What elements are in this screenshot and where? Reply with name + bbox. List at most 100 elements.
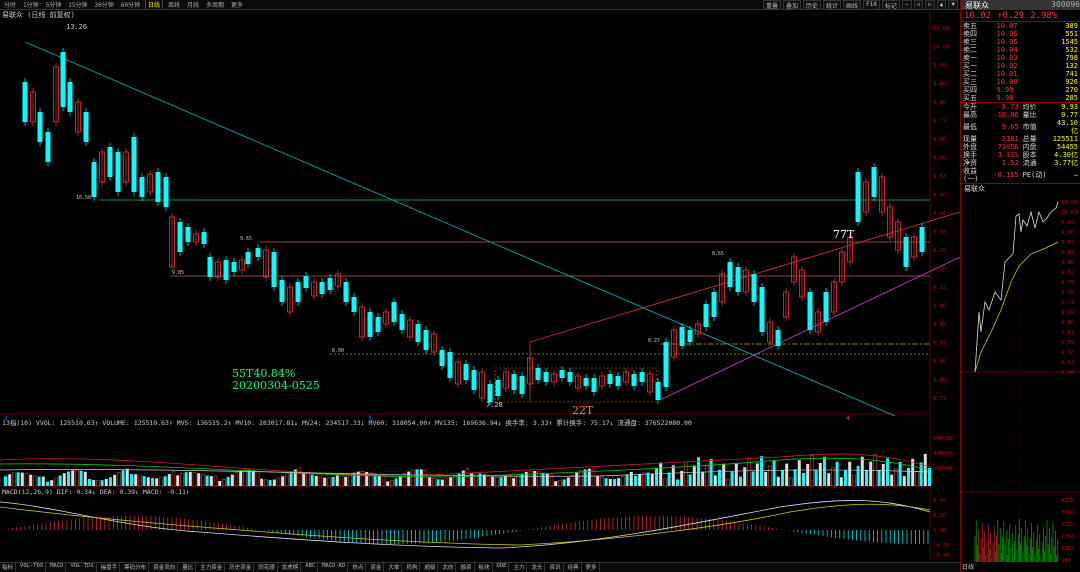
indicator-tab[interactable]: 主力资金: [198, 563, 226, 572]
indicator-tab[interactable]: VOL-TDX: [68, 563, 97, 572]
volume-bar: [348, 474, 352, 487]
period-tab[interactable]: 更多: [229, 0, 245, 9]
order-book-row[interactable]: 卖三 10.05 1545: [961, 38, 1080, 46]
indicator-tab[interactable]: 机构: [404, 563, 421, 572]
indicator-tab[interactable]: 指标: [0, 563, 17, 572]
volume-bar: [62, 473, 66, 486]
indicator-tab[interactable]: DDE: [495, 563, 510, 572]
volume-bar: [772, 460, 776, 486]
indicator-tab[interactable]: 同花顺: [256, 563, 278, 572]
volume-bar: [625, 474, 629, 486]
tool-button[interactable]: F10: [863, 0, 880, 10]
indicator-tab[interactable]: 超级: [422, 563, 439, 572]
volume-bar: [860, 456, 864, 486]
order-book-row[interactable]: 买一 10.02 132: [961, 62, 1080, 70]
intraday-mini-chart[interactable]: 10.06 10.03 9.99 9.96 9.92 9.89 9.86 9.82 9.79 9.…: [961, 192, 1080, 564]
volume-bar: [155, 478, 159, 486]
period-tab[interactable]: 5分钟: [44, 0, 64, 9]
indicator-tab[interactable]: 板块: [477, 563, 493, 572]
volume-bar: [285, 473, 289, 487]
tool-button[interactable]: ▼: [948, 0, 958, 10]
indicator-tab[interactable]: 筹码分布: [122, 563, 150, 572]
volume-bar: [302, 473, 306, 486]
volume-bar: [881, 463, 885, 486]
price-label: 8.65: [712, 251, 724, 257]
indicator-tab[interactable]: 量比: [180, 563, 197, 572]
tool-button[interactable]: ◁: [913, 0, 924, 10]
tool-button[interactable]: −: [901, 0, 912, 10]
indicator-tab[interactable]: 历史资金: [227, 563, 255, 572]
period-tab[interactable]: 日线: [144, 0, 163, 9]
period-tab[interactable]: 分时: [2, 0, 18, 9]
mini-axis-tick: 9.92: [1061, 240, 1074, 246]
tool-button[interactable]: 画线: [843, 0, 862, 10]
period-tab[interactable]: 多周期: [204, 0, 226, 9]
tool-button[interactable]: 标记: [881, 0, 900, 10]
indicator-tab[interactable]: MACD: [48, 563, 67, 572]
indicator-tab[interactable]: 北向: [440, 563, 457, 572]
indicator-tab[interactable]: 热点: [350, 563, 367, 572]
order-book-row[interactable]: 买三 10.00 926: [961, 78, 1080, 86]
volume-bar: [528, 470, 533, 487]
indicator-tab[interactable]: 大单: [386, 563, 403, 572]
stats-row: 净资 1.52 流通 3.77亿: [963, 159, 1078, 167]
tool-button[interactable]: 统计: [822, 0, 841, 10]
order-book-row[interactable]: 买五 9.98 285: [961, 94, 1080, 102]
indicator-tab[interactable]: MACD-KD: [320, 563, 349, 572]
price-axis-tick: 9.93: [933, 63, 946, 69]
volume-bar: [222, 478, 226, 487]
tool-button[interactable]: ▷: [925, 0, 935, 10]
indicator-tab[interactable]: 龙虎榜: [280, 563, 302, 572]
price-axis-tick: 9.86: [933, 82, 946, 88]
volume-bar: [520, 473, 524, 486]
price-axis-tick: 9.40: [933, 211, 946, 217]
indicator-tab[interactable]: 经典: [566, 563, 582, 572]
order-book-row[interactable]: 卖四 10.06 551: [961, 30, 1080, 38]
order-book-row[interactable]: 买四 9.99 270: [961, 86, 1080, 94]
indicator-tab[interactable]: 主力: [511, 563, 528, 572]
tool-button[interactable]: 叠加: [782, 0, 801, 10]
tool-button[interactable]: ▲: [936, 0, 947, 10]
indicator-tab[interactable]: ABC: [303, 563, 319, 572]
volume-bar: [545, 473, 549, 486]
period-tab[interactable]: 15分钟: [66, 0, 89, 9]
svg-text:-0.20: -0.20: [933, 543, 950, 549]
volume-bar: [478, 473, 482, 486]
volume-bar: [264, 479, 268, 487]
stats-row: 收益(一) -0.115 PE(动) —: [963, 167, 1078, 183]
price-axis-tick: 9.53: [933, 174, 946, 180]
indicator-tab[interactable]: 资金流向: [151, 563, 179, 572]
price-axis-tick: 9.20: [933, 267, 946, 273]
tool-button[interactable]: 重叠: [762, 0, 781, 10]
indicator-tab[interactable]: 资金: [368, 563, 385, 572]
volume-bar: [579, 470, 583, 487]
volume-bar: [192, 471, 197, 487]
mini-axis-tick: 9.99: [1061, 220, 1074, 226]
indicator-tab[interactable]: 更多: [584, 563, 600, 572]
indicator-tab[interactable]: VOL-TDX: [18, 563, 47, 572]
volume-bar: [75, 469, 79, 487]
volume-bar: [755, 463, 759, 486]
kline-chart[interactable]: 13.26 10.50 9.65 9.05 8.00 8.27 8.65 7.2…: [0, 12, 960, 560]
order-book-row[interactable]: 卖二 10.04 532: [961, 46, 1080, 54]
tool-button[interactable]: 历史: [802, 0, 821, 10]
period-tab[interactable]: 周线: [166, 0, 182, 9]
period-tab[interactable]: 60分钟: [119, 0, 142, 9]
order-book-row[interactable]: 买二 10.01 741: [961, 70, 1080, 78]
order-book-row[interactable]: 卖五 10.07 389: [961, 22, 1080, 30]
indicator-tab[interactable]: 融资: [458, 563, 475, 572]
order-book-row[interactable]: 卖一 10.03 798: [961, 54, 1080, 62]
price-axis-tick: 8.86: [933, 359, 946, 365]
indicator-tab[interactable]: 操盘手: [99, 563, 121, 572]
period-tab[interactable]: 月线: [185, 0, 201, 9]
period-tab[interactable]: 1分钟: [21, 0, 41, 9]
indicator-tab[interactable]: 资讯: [547, 563, 564, 572]
volume-bar: [171, 471, 176, 487]
period-tab[interactable]: 30分钟: [93, 0, 116, 9]
svg-text:0.20: 0.20: [933, 513, 946, 519]
volume-bar: [831, 467, 835, 487]
indicator-tab[interactable]: 龙头: [529, 563, 546, 572]
volume-bar: [823, 456, 826, 486]
mini-vol-tick: 3907: [1061, 510, 1074, 516]
volume-bar: [663, 478, 667, 487]
